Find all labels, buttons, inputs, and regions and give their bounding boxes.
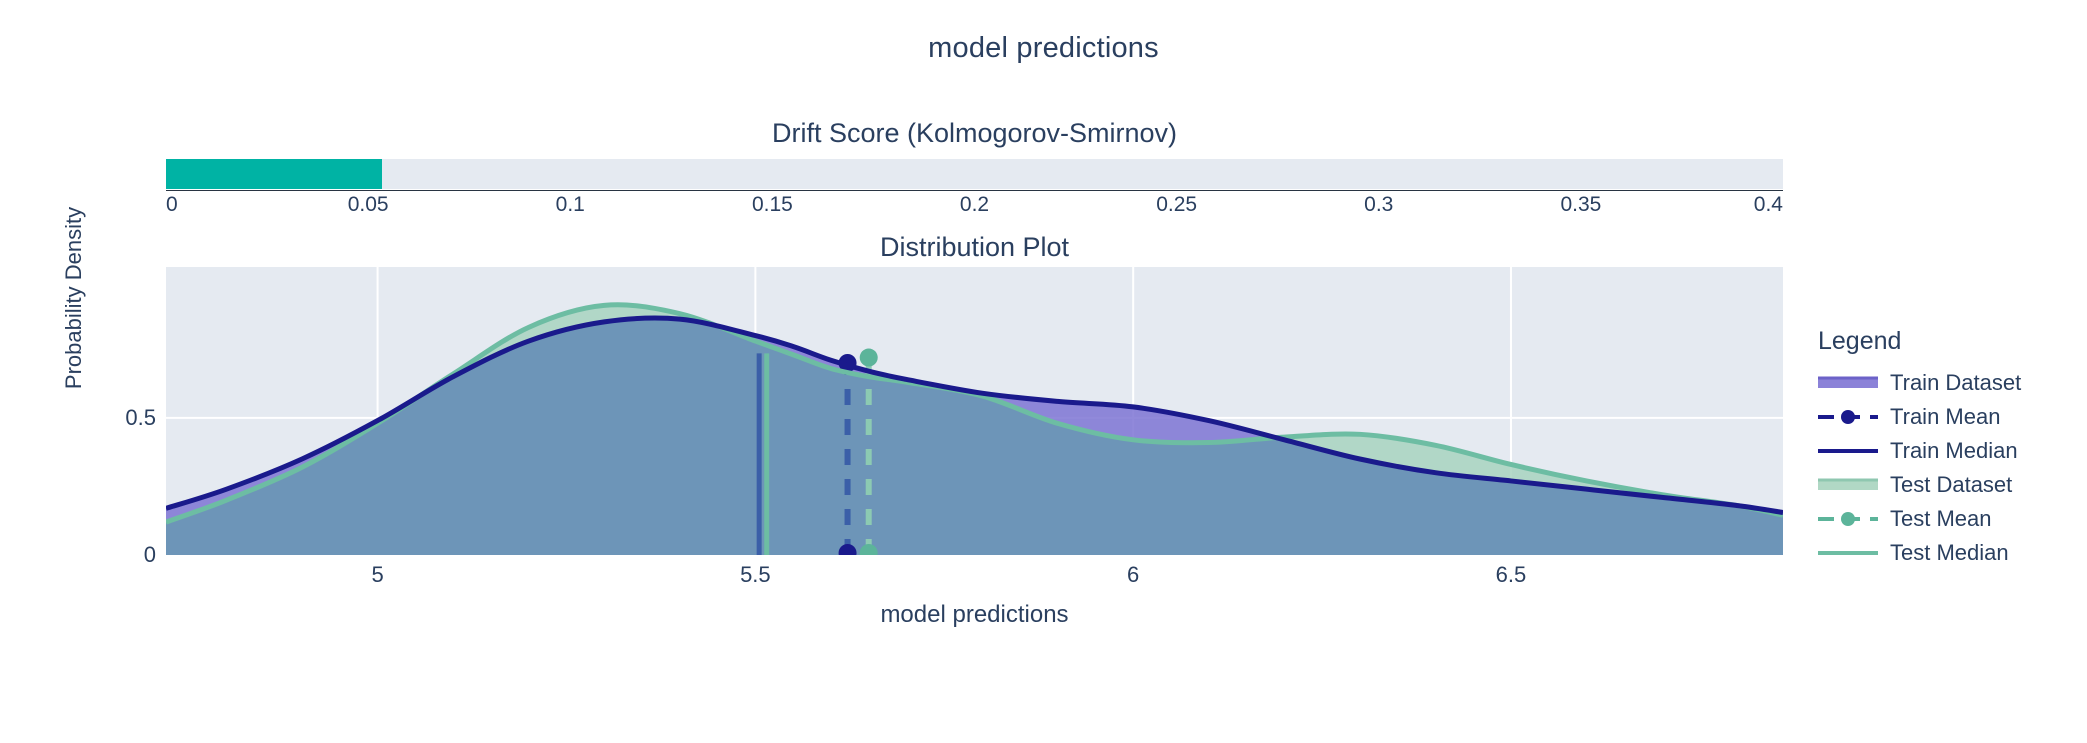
drift-tick-label: 0.1 <box>555 193 585 216</box>
legend-swatch-icon <box>1818 405 1878 429</box>
drift-tick-label: 0.4 <box>1753 193 1783 216</box>
legend-swatch-icon <box>1818 507 1878 531</box>
drift-tick-label: 0.3 <box>1364 193 1394 216</box>
legend-item-label: Test Median <box>1890 540 2009 565</box>
x-axis-ticks: 5 5.5 6 6.5 <box>166 562 1783 592</box>
legend-item[interactable]: Train Mean <box>1818 400 2021 434</box>
legend-item[interactable]: Test Dataset <box>1818 468 2021 502</box>
legend-item[interactable]: Train Dataset <box>1818 366 2021 400</box>
legend-item[interactable]: Test Median <box>1818 536 2021 570</box>
legend: Legend Train Dataset Train Mean Train Medi… <box>1818 327 2021 570</box>
y-axis-label: Probability Density <box>61 206 86 390</box>
legend-item-label: Test Mean <box>1890 506 1992 531</box>
drift-tick-label: 0.05 <box>347 193 389 216</box>
x-axis-label: model predictions <box>880 601 1069 628</box>
distribution-plot-title: Distribution Plot <box>879 232 1070 262</box>
legend-item[interactable]: Test Mean <box>1818 502 2021 536</box>
distribution-plot-svg <box>166 267 1783 555</box>
legend-swatch-icon <box>1818 541 1878 565</box>
drift-score-title: Drift Score (Kolmogorov-Smirnov) <box>771 118 1178 148</box>
drift-score-track <box>166 159 1783 189</box>
drift-tick-label: 0 <box>166 193 178 216</box>
legend-swatch-icon <box>1818 371 1878 395</box>
drift-axis-line <box>166 190 1783 191</box>
legend-item-label: Train Median <box>1890 438 2018 463</box>
drift-axis-ticks: 0 0.05 0.1 0.15 0.2 0.25 0.3 0.35 0.4 <box>166 193 1783 221</box>
drift-tick-label: 0.25 <box>1156 193 1198 216</box>
drift-tick-label: 0.35 <box>1560 193 1602 216</box>
drift-score-bar <box>166 159 383 189</box>
x-tick-label: 6 <box>1127 562 1140 587</box>
x-tick-label: 6.5 <box>1495 562 1527 587</box>
legend-item-label: Train Mean <box>1890 404 2001 429</box>
drift-tick-label: 0.15 <box>751 193 793 216</box>
y-axis-ticks: 0 0.5 <box>96 267 156 567</box>
x-tick-label: 5.5 <box>740 562 771 587</box>
test-mean-top-dot <box>859 348 878 367</box>
legend-items: Train Dataset Train Mean Train Median Test … <box>1818 366 2021 570</box>
y-tick-label: 0.5 <box>125 404 156 430</box>
legend-item-label: Train Dataset <box>1890 370 2022 395</box>
distribution-plot-area <box>166 267 1783 555</box>
legend-title: Legend <box>1818 327 1902 355</box>
drift-tick-label: 0.2 <box>959 193 990 216</box>
legend-swatch-icon <box>1818 439 1878 463</box>
drift-report-figure: model predictions Drift Score (Kolmogoro… <box>0 0 2087 743</box>
y-tick-label: 0 <box>143 542 156 567</box>
legend-item[interactable]: Train Median <box>1818 434 2021 468</box>
page-title: model predictions <box>928 32 1159 64</box>
legend-item-label: Test Dataset <box>1890 472 2013 497</box>
x-tick-label: 5 <box>371 562 384 587</box>
legend-swatch-icon <box>1818 473 1878 497</box>
